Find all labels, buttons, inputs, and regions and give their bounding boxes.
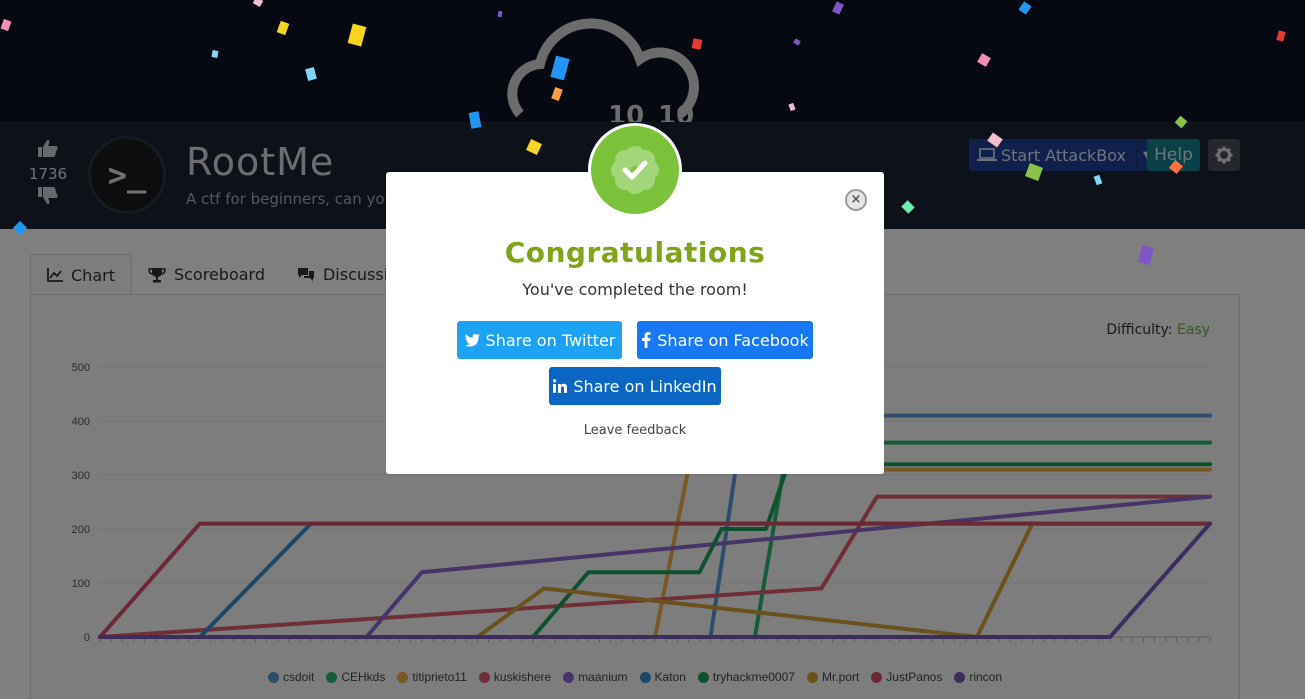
confetti-piece	[1025, 163, 1043, 181]
confetti-piece	[497, 10, 503, 18]
confetti-piece	[0, 18, 12, 32]
confetti-piece	[788, 102, 796, 112]
confetti-piece	[468, 111, 482, 129]
confetti	[0, 0, 1286, 266]
confetti-piece	[1093, 174, 1103, 186]
confetti-piece	[12, 220, 28, 236]
confetti-piece	[1018, 1, 1032, 15]
confetti-piece	[305, 67, 317, 81]
confetti-piece	[987, 132, 1003, 148]
confetti-piece	[276, 20, 290, 36]
confetti-piece	[1174, 115, 1188, 129]
confetti-piece	[691, 38, 703, 50]
confetti-piece	[551, 86, 563, 102]
confetti-piece	[526, 139, 542, 155]
confetti-piece	[211, 50, 219, 58]
confetti-piece	[977, 53, 991, 67]
confetti-piece	[252, 0, 264, 8]
confetti-piece	[832, 1, 844, 15]
confetti-piece	[550, 55, 570, 81]
confetti-piece	[347, 23, 367, 47]
confetti-piece	[793, 38, 801, 46]
confetti-piece	[1168, 159, 1184, 175]
confetti-piece	[1276, 30, 1286, 42]
confetti-piece	[901, 200, 915, 214]
confetti-piece	[1137, 244, 1155, 266]
